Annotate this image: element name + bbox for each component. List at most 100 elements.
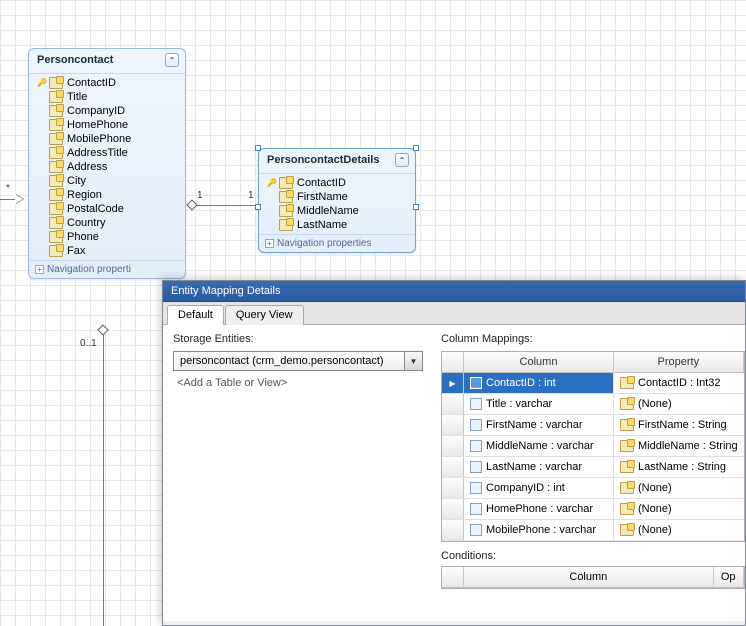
entity-header[interactable]: Personcontact ⌃: [29, 49, 185, 74]
column-icon: [470, 440, 482, 452]
property-header[interactable]: Property: [614, 352, 744, 372]
cond-column-header[interactable]: Column: [464, 567, 714, 587]
property-item[interactable]: FirstName: [263, 190, 411, 204]
row-handle[interactable]: [442, 499, 464, 519]
row-handle[interactable]: [442, 478, 464, 498]
property-cell[interactable]: (None): [614, 478, 744, 498]
collapse-button[interactable]: ⌃: [395, 153, 409, 167]
property-icon: [620, 524, 634, 536]
property-item[interactable]: LastName: [263, 218, 411, 232]
property-cell[interactable]: MiddleName : String: [614, 436, 744, 456]
nav-props-label: Navigation properties: [277, 238, 372, 249]
property-item[interactable]: HomePhone: [33, 118, 181, 132]
property-label: LastName: [297, 219, 347, 231]
column-cell[interactable]: CompanyID : int: [464, 478, 614, 498]
arrow-icon: [15, 194, 23, 204]
column-icon: [470, 503, 482, 515]
property-item[interactable]: City: [33, 174, 181, 188]
key-icon: [37, 177, 45, 185]
property-item[interactable]: 🔑ContactID: [33, 76, 181, 90]
property-label: Address: [67, 161, 107, 173]
column-cell[interactable]: MiddleName : varchar: [464, 436, 614, 456]
entity-body: 🔑ContactIDFirstNameMiddleNameLastName: [259, 174, 415, 234]
expand-icon[interactable]: +: [35, 265, 44, 274]
connector-line[interactable]: [103, 335, 104, 626]
collapse-button[interactable]: ⌃: [165, 53, 179, 67]
property-icon: [49, 161, 63, 173]
add-table-link[interactable]: <Add a Table or View>: [173, 371, 423, 395]
row-handle[interactable]: [442, 415, 464, 435]
property-item[interactable]: MobilePhone: [33, 132, 181, 146]
property-icon: [620, 461, 634, 473]
property-cell[interactable]: (None): [614, 394, 744, 414]
row-handle[interactable]: [442, 457, 464, 477]
dropdown-button[interactable]: ▼: [404, 352, 422, 370]
property-item[interactable]: Phone: [33, 230, 181, 244]
row-handle[interactable]: [442, 436, 464, 456]
mapping-row[interactable]: HomePhone : varchar(None): [442, 499, 744, 520]
property-cell[interactable]: (None): [614, 499, 744, 519]
property-cell[interactable]: (None): [614, 520, 744, 540]
property-item[interactable]: CompanyID: [33, 104, 181, 118]
mapping-row[interactable]: LastName : varcharLastName : String: [442, 457, 744, 478]
column-icon: [470, 461, 482, 473]
column-cell[interactable]: LastName : varchar: [464, 457, 614, 477]
selection-handle[interactable]: [255, 204, 261, 210]
column-cell[interactable]: MobilePhone : varchar: [464, 520, 614, 540]
column-cell[interactable]: FirstName : varchar: [464, 415, 614, 435]
mapping-row[interactable]: MiddleName : varcharMiddleName : String: [442, 436, 744, 457]
grid-header: Column Property: [442, 352, 744, 373]
mapping-row[interactable]: MobilePhone : varchar(None): [442, 520, 744, 541]
column-text: FirstName : varchar: [486, 419, 583, 431]
selection-handle[interactable]: [255, 145, 261, 151]
property-label: Phone: [67, 231, 99, 243]
selection-handle[interactable]: [413, 145, 419, 151]
row-handle[interactable]: [442, 394, 464, 414]
property-cell[interactable]: FirstName : String: [614, 415, 744, 435]
selection-handle[interactable]: [413, 204, 419, 210]
entity-personcontact-details[interactable]: PersoncontactDetails ⌃ 🔑ContactIDFirstNa…: [258, 148, 416, 253]
connector-line[interactable]: [197, 205, 257, 206]
key-icon: [267, 207, 275, 215]
multiplicity-label: 1: [248, 190, 254, 201]
entity-header[interactable]: PersoncontactDetails ⌃: [259, 149, 415, 174]
tab-query-view[interactable]: Query View: [225, 305, 304, 325]
expand-icon[interactable]: +: [265, 239, 274, 248]
key-icon: [37, 219, 45, 227]
storage-entities-select[interactable]: personcontact (crm_demo.personcontact) ▼: [173, 351, 423, 371]
row-handle[interactable]: [442, 520, 464, 540]
property-item[interactable]: 🔑ContactID: [263, 176, 411, 190]
column-cell[interactable]: HomePhone : varchar: [464, 499, 614, 519]
column-header[interactable]: Column: [464, 352, 614, 372]
property-item[interactable]: Title: [33, 90, 181, 104]
property-icon: [49, 245, 63, 257]
property-item[interactable]: Address: [33, 160, 181, 174]
tab-default[interactable]: Default: [167, 305, 224, 325]
property-item[interactable]: MiddleName: [263, 204, 411, 218]
property-item[interactable]: Region: [33, 188, 181, 202]
column-mappings-grid[interactable]: Column Property ▶ContactID : intContactI…: [441, 351, 745, 542]
entity-title: PersoncontactDetails: [267, 154, 379, 166]
mapping-row[interactable]: CompanyID : int(None): [442, 478, 744, 499]
property-item[interactable]: Fax: [33, 244, 181, 258]
navigation-properties[interactable]: + Navigation properti: [29, 260, 185, 278]
property-cell[interactable]: LastName : String: [614, 457, 744, 477]
property-item[interactable]: Country: [33, 216, 181, 230]
column-text: Title : varchar: [486, 398, 552, 410]
column-cell[interactable]: Title : varchar: [464, 394, 614, 414]
mapping-row[interactable]: FirstName : varchar FirstName : String: [442, 415, 744, 436]
mapping-row[interactable]: Title : varchar (None): [442, 394, 744, 415]
navigation-properties[interactable]: + Navigation properties: [259, 234, 415, 252]
cond-op-header[interactable]: Op: [714, 567, 744, 587]
key-icon: [37, 205, 45, 213]
property-cell[interactable]: ContactID : Int32: [614, 373, 744, 393]
conditions-grid[interactable]: Column Op: [441, 566, 745, 589]
row-handle[interactable]: ▶: [442, 373, 464, 393]
property-item[interactable]: PostalCode: [33, 202, 181, 216]
property-icon: [49, 217, 63, 229]
property-item[interactable]: AddressTitle: [33, 146, 181, 160]
column-icon: [470, 524, 482, 536]
entity-personcontact[interactable]: Personcontact ⌃ 🔑ContactIDTitleCompanyID…: [28, 48, 186, 279]
mapping-row[interactable]: ▶ContactID : intContactID : Int32: [442, 373, 744, 394]
column-cell[interactable]: ContactID : int: [464, 373, 614, 393]
